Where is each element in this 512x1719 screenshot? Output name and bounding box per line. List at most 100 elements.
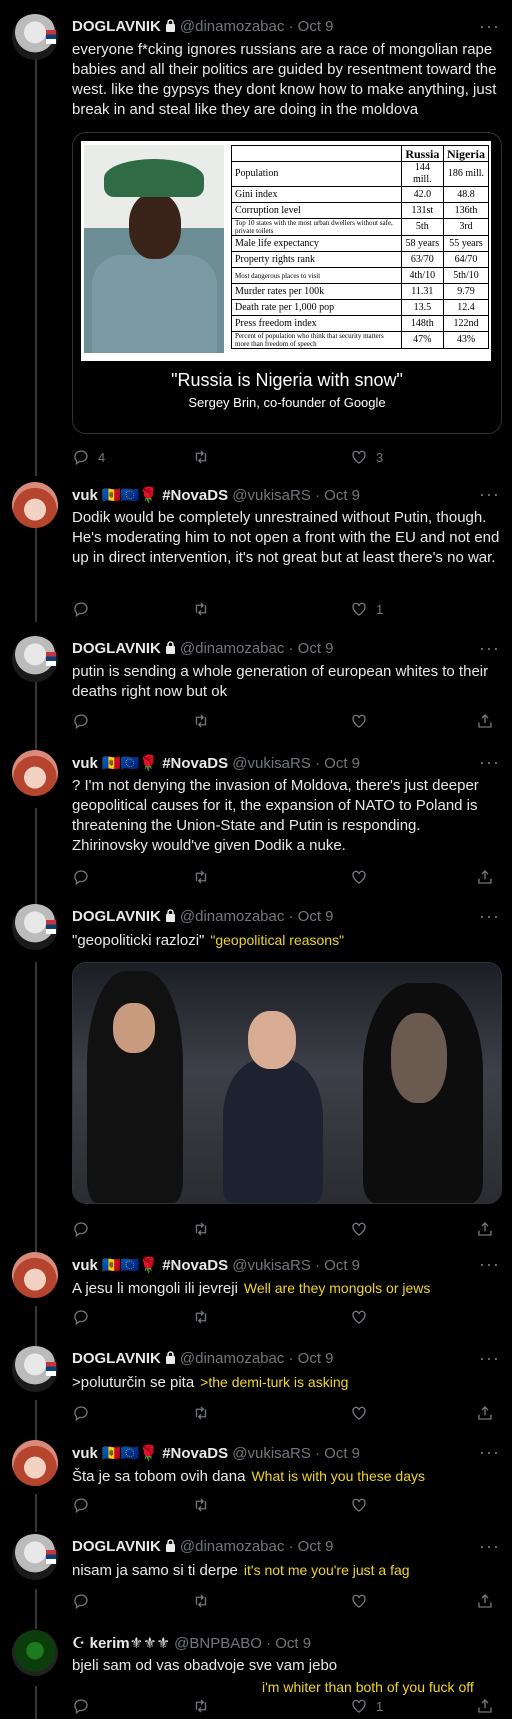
reply-button[interactable] (72, 712, 90, 730)
handle-date[interactable]: @dinamozabac · Oct 9 (180, 908, 334, 925)
like-button[interactable]: 1 (350, 1697, 383, 1715)
reply-button[interactable]: 4 (72, 448, 105, 466)
officer-photo (84, 145, 224, 353)
like-button[interactable] (350, 1308, 368, 1326)
more-dots-icon[interactable]: ··· (479, 1442, 500, 1463)
handle-date[interactable]: @dinamozabac · Oct 9 (180, 1350, 334, 1367)
retweet-button[interactable] (192, 1496, 210, 1514)
like-button[interactable]: 1 (350, 600, 383, 618)
reply-button[interactable] (72, 1592, 90, 1610)
tweet-header: DOGLAVNIK @dinamozabac · Oct 9 ··· (72, 1348, 500, 1370)
tweet[interactable]: vuk 🇲🇩🇪🇺🌹 #NovaDS @vukisaRS · Oct 9 ··· … (0, 750, 512, 890)
handle-date[interactable]: @BNPBABO · Oct 9 (174, 1635, 311, 1652)
reply-button[interactable] (72, 600, 90, 618)
share-button[interactable] (476, 1404, 494, 1422)
reply-button[interactable] (72, 1496, 90, 1514)
handle-date[interactable]: @vukisaRS · Oct 9 (232, 487, 360, 504)
share-button[interactable] (476, 1592, 494, 1610)
tweet[interactable]: vuk 🇲🇩🇪🇺🌹 #NovaDS @vukisaRS · Oct 9 ··· … (0, 1440, 512, 1520)
handle-date[interactable]: @vukisaRS · Oct 9 (232, 1445, 360, 1462)
retweet-button[interactable] (192, 1220, 210, 1238)
tweet-header: ☪ kerim⚜⚜⚜ @BNPBABO · Oct 9 (72, 1634, 500, 1654)
media-image[interactable] (72, 962, 502, 1204)
retweet-button[interactable] (192, 448, 210, 466)
avatar[interactable] (12, 14, 58, 60)
reply-button[interactable] (72, 868, 90, 886)
more-dots-icon[interactable]: ··· (479, 1348, 500, 1369)
tweet-actions (72, 1404, 492, 1424)
like-button[interactable] (350, 868, 368, 886)
reply-button[interactable] (72, 1697, 90, 1715)
tweet[interactable]: vuk 🇲🇩🇪🇺🌹 #NovaDS @vukisaRS · Oct 9 ··· … (0, 482, 512, 622)
display-name[interactable]: ☪ kerim⚜⚜⚜ (72, 1635, 170, 1652)
more-dots-icon[interactable]: ··· (479, 638, 500, 659)
display-name[interactable]: DOGLAVNIK (72, 640, 161, 657)
handle-date[interactable]: @dinamozabac · Oct 9 (180, 640, 334, 657)
handle-date[interactable]: @dinamozabac · Oct 9 (180, 18, 334, 35)
display-name[interactable]: DOGLAVNIK (72, 1350, 161, 1367)
avatar[interactable] (12, 1346, 58, 1392)
display-name[interactable]: vuk 🇲🇩🇪🇺🌹 #NovaDS (72, 487, 228, 504)
tweet[interactable]: DOGLAVNIK @dinamozabac · Oct 9 ··· >polut… (0, 1346, 512, 1426)
display-name[interactable]: DOGLAVNIK (72, 18, 161, 35)
retweet-button[interactable] (192, 868, 210, 886)
avatar[interactable] (12, 904, 58, 950)
retweet-button[interactable] (192, 1592, 210, 1610)
handle-date[interactable]: @vukisaRS · Oct 9 (232, 755, 360, 772)
share-button[interactable] (476, 1220, 494, 1238)
retweet-button[interactable] (192, 1697, 210, 1715)
reply-button[interactable] (72, 1308, 90, 1326)
reply-button[interactable] (72, 1404, 90, 1422)
like-button[interactable]: 3 (350, 448, 383, 466)
reply-count: 4 (98, 449, 106, 465)
display-name[interactable]: vuk 🇲🇩🇪🇺🌹 #NovaDS (72, 1445, 228, 1462)
more-dots-icon[interactable]: ··· (479, 1254, 500, 1275)
retweet-button[interactable] (192, 600, 210, 618)
more-dots-icon[interactable]: ··· (479, 16, 500, 37)
handle-date[interactable]: @vukisaRS · Oct 9 (232, 1257, 360, 1274)
tweet-text: A jesu li mongoli ili jevreji Well are th… (72, 1278, 500, 1299)
like-button[interactable] (350, 1404, 368, 1422)
tweet-text: putin is sending a whole generation of e… (72, 663, 489, 700)
reply-button[interactable] (72, 1220, 90, 1238)
media-card[interactable]: Russia Nigeria Population 144 mill. 186 mi… (72, 132, 502, 434)
nigeria-value: 186 mill. (442, 161, 490, 187)
display-name[interactable]: vuk 🇲🇩🇪🇺🌹 #NovaDS (72, 1257, 228, 1274)
tweet-text-original: A jesu li mongoli ili jevreji (72, 1280, 238, 1297)
avatar[interactable] (12, 482, 58, 528)
avatar[interactable] (12, 1534, 58, 1580)
more-dots-icon[interactable]: ··· (479, 1536, 500, 1557)
avatar[interactable] (12, 750, 58, 796)
tweet[interactable]: DOGLAVNIK @dinamozabac · Oct 9 ··· "geopo… (0, 904, 512, 1242)
like-button[interactable] (350, 1496, 368, 1514)
avatar[interactable] (12, 1630, 58, 1676)
display-name[interactable]: DOGLAVNIK (72, 1538, 161, 1555)
retweet-button[interactable] (192, 1308, 210, 1326)
handle-date[interactable]: @dinamozabac · Oct 9 (180, 1538, 334, 1555)
share-button[interactable] (476, 712, 494, 730)
tweet-actions (72, 1496, 492, 1516)
like-button[interactable] (350, 1592, 368, 1610)
tweet[interactable]: ☪ kerim⚜⚜⚜ @BNPBABO · Oct 9 bjeli sam od… (0, 1630, 512, 1719)
retweet-button[interactable] (192, 1404, 210, 1422)
display-name[interactable]: vuk 🇲🇩🇪🇺🌹 #NovaDS (72, 755, 228, 772)
share-icon (478, 1406, 492, 1420)
like-button[interactable] (350, 712, 368, 730)
tweet-actions (72, 1308, 492, 1328)
retweet-button[interactable] (192, 712, 210, 730)
more-dots-icon[interactable]: ··· (479, 752, 500, 773)
avatar[interactable] (12, 1440, 58, 1486)
avatar[interactable] (12, 1252, 58, 1298)
like-button[interactable] (350, 1220, 368, 1238)
tweet[interactable]: DOGLAVNIK @dinamozabac · Oct 9 ··· nisam … (0, 1534, 512, 1614)
share-button[interactable] (476, 868, 494, 886)
tweet[interactable]: DOGLAVNIK @dinamozabac · Oct 9 ··· everyo… (0, 14, 512, 474)
more-dots-icon[interactable]: ··· (479, 906, 500, 927)
display-name[interactable]: DOGLAVNIK (72, 908, 161, 925)
tweet[interactable]: DOGLAVNIK @dinamozabac · Oct 9 ··· putin … (0, 636, 512, 736)
avatar[interactable] (12, 636, 58, 682)
more-dots-icon[interactable]: ··· (479, 484, 500, 505)
like-count: 1 (376, 1698, 384, 1714)
tweet[interactable]: vuk 🇲🇩🇪🇺🌹 #NovaDS @vukisaRS · Oct 9 ··· … (0, 1252, 512, 1332)
share-button[interactable] (476, 1697, 494, 1715)
